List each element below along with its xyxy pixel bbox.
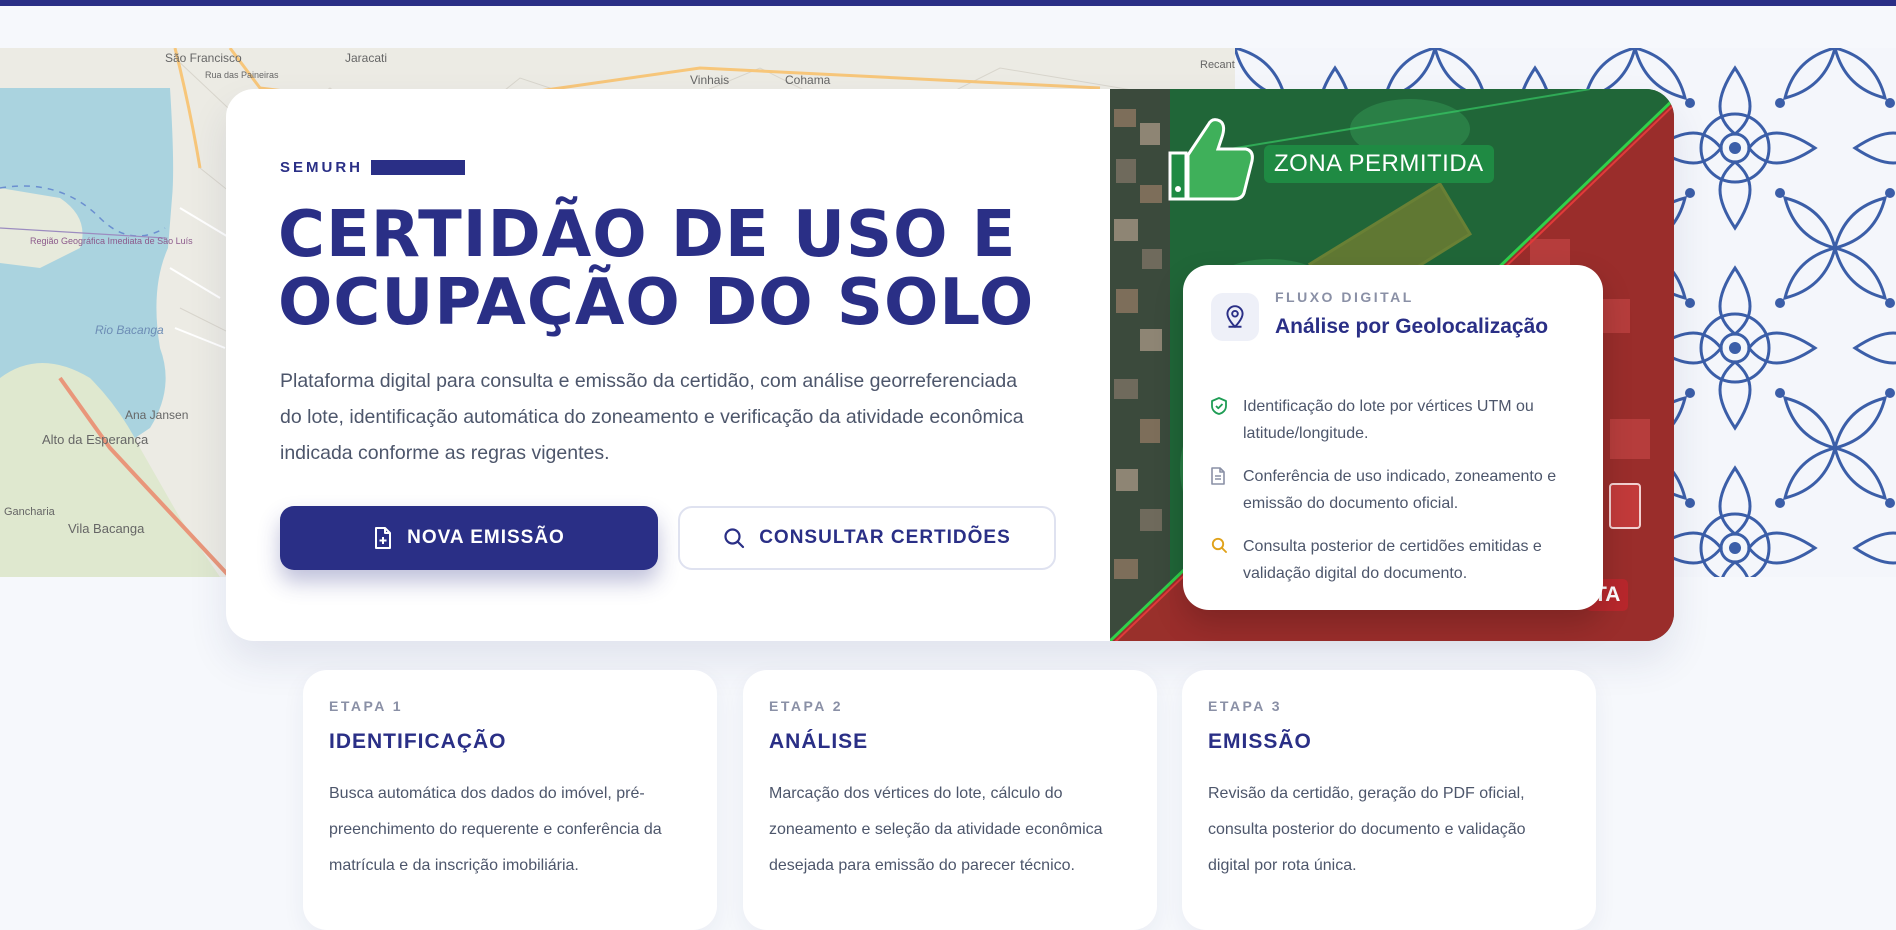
- map-label: Rio Bacanga: [95, 323, 164, 337]
- new-emission-label: NOVA EMISSÃO: [407, 527, 565, 548]
- list-item: Conferência de uso indicado, zoneamento …: [1211, 463, 1581, 517]
- hero-description: Plataforma digital para consulta e emiss…: [280, 370, 1024, 464]
- step-label: ETAPA 1: [329, 698, 404, 714]
- zone-permitted-label: ZONA PERMITIDA: [1264, 145, 1494, 183]
- flow-item-text: Conferência de uso indicado, zoneamento …: [1243, 468, 1557, 512]
- search-icon: [1211, 533, 1229, 587]
- step-card-3: ETAPA 3 EMISSÃO Revisão da certidão, ger…: [1182, 670, 1596, 930]
- map-label: São Francisco: [165, 51, 242, 65]
- map-pin-icon: [1211, 293, 1259, 341]
- flow-title: Análise por Geolocalização: [1275, 315, 1549, 338]
- step-title: EMISSÃO: [1208, 730, 1312, 753]
- step-card-2: ETAPA 2 ANÁLISE Marcação dos vértices do…: [743, 670, 1157, 930]
- consult-certificates-label: CONSULTAR CERTIDÕES: [759, 527, 1011, 548]
- flow-item-text: Identificação do lote por vértices UTM o…: [1243, 398, 1534, 442]
- file-plus-icon: [373, 527, 393, 549]
- step-description: Busca automática dos dados do imóvel, pr…: [329, 785, 662, 874]
- thumbs-up-icon: [1158, 111, 1258, 212]
- step-description: Marcação dos vértices do lote, cálculo d…: [769, 785, 1103, 874]
- document-icon: [1211, 463, 1229, 517]
- list-item: Consulta posterior de certidões emitidas…: [1211, 533, 1581, 587]
- flow-eyebrow: FLUXO DIGITAL: [1275, 289, 1414, 305]
- hero-eyebrow: SEMURH: [280, 159, 466, 176]
- top-accent-bar: [0, 0, 1896, 6]
- map-label: Ana Jansen: [125, 408, 188, 422]
- eyebrow-bar: [371, 160, 466, 175]
- map-label: Cohama: [785, 73, 831, 87]
- map-label: Jaracati: [345, 51, 387, 65]
- flow-item-text: Consulta posterior de certidões emitidas…: [1243, 538, 1542, 582]
- map-label: Vinhais: [690, 73, 729, 87]
- step-description: Revisão da certidão, geração do PDF ofic…: [1208, 785, 1526, 874]
- shield-check-icon: [1211, 393, 1229, 447]
- step-label: ETAPA 3: [1208, 698, 1283, 714]
- map-label: Vila Bacanga: [68, 521, 145, 536]
- geolocation-flow-card: FLUXO DIGITAL Análise por Geolocalização…: [1183, 265, 1603, 610]
- list-item: Identificação do lote por vértices UTM o…: [1211, 393, 1581, 447]
- step-title: IDENTIFICAÇÃO: [329, 730, 507, 753]
- new-emission-button[interactable]: NOVA EMISSÃO: [280, 506, 658, 570]
- consult-certificates-button[interactable]: CONSULTAR CERTIDÕES: [678, 506, 1056, 570]
- step-title: ANÁLISE: [769, 730, 869, 753]
- hero-content: SEMURH CERTIDÃO DE USO E OCUPAÇÃO DO SOL…: [226, 89, 1110, 641]
- map-label: Região Geográfica Imediata de São Luís: [30, 236, 193, 246]
- map-label: Recanto: [1200, 59, 1240, 71]
- map-label: Gancharia: [4, 506, 56, 518]
- step-label: ETAPA 2: [769, 698, 844, 714]
- flow-list: Identificação do lote por vértices UTM o…: [1211, 393, 1581, 603]
- search-icon: [723, 527, 745, 549]
- step-card-1: ETAPA 1 IDENTIFICAÇÃO Busca automática d…: [303, 670, 717, 930]
- page-title: CERTIDÃO DE USO E OCUPAÇÃO DO SOLO: [278, 198, 1035, 340]
- map-label: Rua das Paineiras: [205, 70, 279, 80]
- map-label: Alto da Esperança: [42, 432, 149, 447]
- eyebrow-text: SEMURH: [280, 159, 364, 176]
